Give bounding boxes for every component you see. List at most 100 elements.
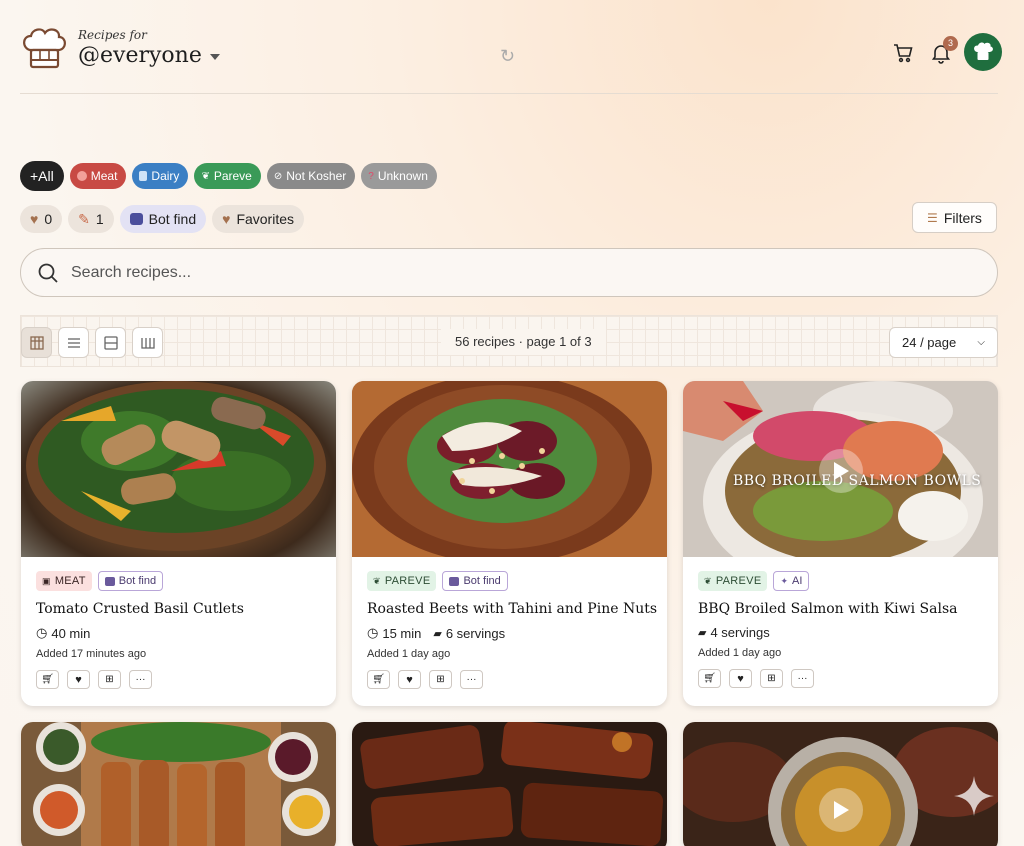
recipe-photo[interactable]: [352, 722, 667, 846]
recipe-video[interactable]: BBQ BROILED SALMON BOWLS: [683, 381, 998, 557]
avatar[interactable]: [964, 33, 1002, 71]
refresh-icon[interactable]: ↻: [500, 46, 515, 67]
split-icon: [103, 335, 118, 350]
favorite-button[interactable]: ♥: [67, 670, 90, 689]
tag-pareve-label: PAREVE: [384, 575, 431, 587]
heart-icon: ♥: [406, 673, 413, 686]
sparkle-icon[interactable]: [952, 774, 996, 818]
recipe-tags: ❦ PAREVE ✦ AI: [698, 571, 983, 591]
favorite-button[interactable]: ♥: [729, 669, 752, 688]
play-icon: [834, 801, 849, 819]
chevron-down-icon: ⌵: [977, 337, 985, 348]
recipe-servings-value: 4 servings: [710, 625, 770, 640]
favorite-button[interactable]: ♥: [398, 670, 421, 689]
chip-meat[interactable]: Meat: [69, 163, 127, 189]
grid-icon: ⊞: [105, 674, 114, 685]
question-icon: ?: [368, 170, 374, 182]
recipe-photo[interactable]: [352, 381, 667, 557]
household-title[interactable]: @everyone: [78, 43, 220, 68]
cart-icon[interactable]: [892, 42, 914, 64]
search-input[interactable]: [71, 263, 971, 282]
milk-icon: [139, 171, 148, 181]
view-split-button[interactable]: [95, 327, 126, 358]
add-to-plan-button[interactable]: ⊞: [760, 669, 783, 688]
recipe-added: Added 17 minutes ago: [36, 648, 147, 660]
add-to-cart-button[interactable]: 🛒︎: [367, 670, 390, 689]
more-icon: ···: [466, 674, 477, 685]
per-page-select[interactable]: 24 / page ⌵: [889, 327, 998, 358]
leaf-icon: ❦: [373, 575, 381, 586]
likes-filter[interactable]: ♥ 0: [20, 205, 63, 233]
prohibited-icon: ⊘: [273, 170, 283, 182]
chip-all[interactable]: +All: [20, 161, 64, 191]
chip-not-kosher-label: Not Kosher: [286, 169, 347, 183]
pins-filter[interactable]: ✎ 1: [68, 205, 114, 233]
recipe-servings: ▰ 6 servings: [433, 626, 505, 641]
heart-icon: ♥: [222, 211, 231, 227]
favorites-filter[interactable]: ♥ Favorites: [212, 205, 305, 233]
recipe-photo[interactable]: [21, 722, 336, 846]
title-subtitle: Recipes for: [78, 28, 147, 42]
chip-unknown[interactable]: ? Unknown: [361, 163, 437, 189]
tag-ai-label: AI: [792, 575, 803, 587]
tag-bot-find[interactable]: Bot find: [442, 571, 508, 591]
notification-badge: 3: [943, 36, 958, 51]
clock-icon: ◷: [367, 625, 379, 640]
tag-ai[interactable]: ✦ AI: [773, 571, 810, 591]
tag-bot-label: Bot find: [118, 575, 157, 587]
recipe-card[interactable]: ▣ MEAT Bot find Tomato Crusted Basil Cut…: [21, 381, 336, 706]
chip-dairy-label: Dairy: [151, 169, 180, 183]
add-to-plan-button[interactable]: ⊞: [429, 670, 452, 689]
recipe-title[interactable]: Roasted Beets with Tahini and Pine Nuts: [367, 601, 657, 617]
recipe-card[interactable]: [21, 722, 336, 846]
view-columns-button[interactable]: [132, 327, 163, 358]
search-bar: [20, 248, 998, 297]
tag-meat[interactable]: ▣ MEAT: [36, 571, 92, 591]
more-button[interactable]: ···: [460, 670, 483, 689]
likes-count: 0: [44, 211, 53, 227]
add-to-plan-button[interactable]: ⊞: [98, 670, 121, 689]
more-button[interactable]: ···: [129, 670, 152, 689]
view-list-button[interactable]: [58, 327, 89, 358]
recipe-actions: 🛒︎ ♥ ⊞ ···: [36, 670, 321, 689]
recipe-servings: ▰ 4 servings: [698, 625, 770, 640]
household-switcher[interactable]: Recipes for @everyone: [78, 28, 220, 68]
tag-bot-find[interactable]: Bot find: [97, 571, 164, 591]
recipe-photo[interactable]: [21, 381, 336, 557]
recipe-added: Added 1 day ago: [698, 647, 782, 659]
chip-dairy[interactable]: Dairy: [132, 163, 189, 189]
robot-icon: [449, 576, 460, 586]
tag-bot-label: Bot find: [463, 575, 501, 587]
play-icon: [834, 462, 849, 480]
chevron-down-icon: [209, 53, 220, 60]
results-summary: 56 recipes · page 1 of 3: [441, 329, 606, 355]
bot-find-filter[interactable]: Bot find: [119, 205, 207, 233]
more-icon: ···: [135, 674, 146, 685]
play-button[interactable]: [819, 449, 863, 493]
recipe-title[interactable]: Tomato Crusted Basil Cutlets: [36, 601, 321, 617]
filters-button[interactable]: ☰ Filters: [912, 202, 997, 233]
tag-pareve[interactable]: ❦ PAREVE: [698, 571, 768, 591]
recipe-time-value: 40 min: [51, 625, 91, 641]
recipe-card[interactable]: ❦ PAREVE Bot find Roasted Beets with Tah…: [352, 381, 667, 706]
recipe-title[interactable]: BBQ Broiled Salmon with Kiwi Salsa: [698, 601, 983, 617]
chip-not-kosher[interactable]: ⊘ Not Kosher: [266, 163, 356, 189]
view-grid-button[interactable]: [21, 327, 52, 358]
add-to-cart-button[interactable]: 🛒︎: [698, 669, 721, 688]
chef-hat-logo[interactable]: [20, 26, 68, 72]
tag-pareve[interactable]: ❦ PAREVE: [367, 571, 437, 591]
play-button[interactable]: [819, 788, 863, 832]
more-button[interactable]: ···: [791, 669, 814, 688]
recipe-video[interactable]: [683, 722, 998, 846]
recipe-card[interactable]: [683, 722, 998, 846]
results-toolbar: 56 recipes · page 1 of 3 24 / page ⌵: [20, 315, 998, 367]
recipe-added: Added 1 day ago: [367, 648, 451, 660]
robot-icon: [104, 576, 115, 586]
add-to-cart-button[interactable]: 🛒︎: [36, 670, 59, 689]
recipe-card[interactable]: [352, 722, 667, 846]
favorites-label: Favorites: [236, 211, 295, 227]
chip-pareve[interactable]: ❦ Pareve: [194, 163, 261, 189]
cart-icon: 🛒︎: [41, 674, 54, 685]
cow-icon: ▣: [42, 575, 51, 586]
recipe-card[interactable]: BBQ BROILED SALMON BOWLS ❦ PAREVE ✦ AI B…: [683, 381, 998, 706]
